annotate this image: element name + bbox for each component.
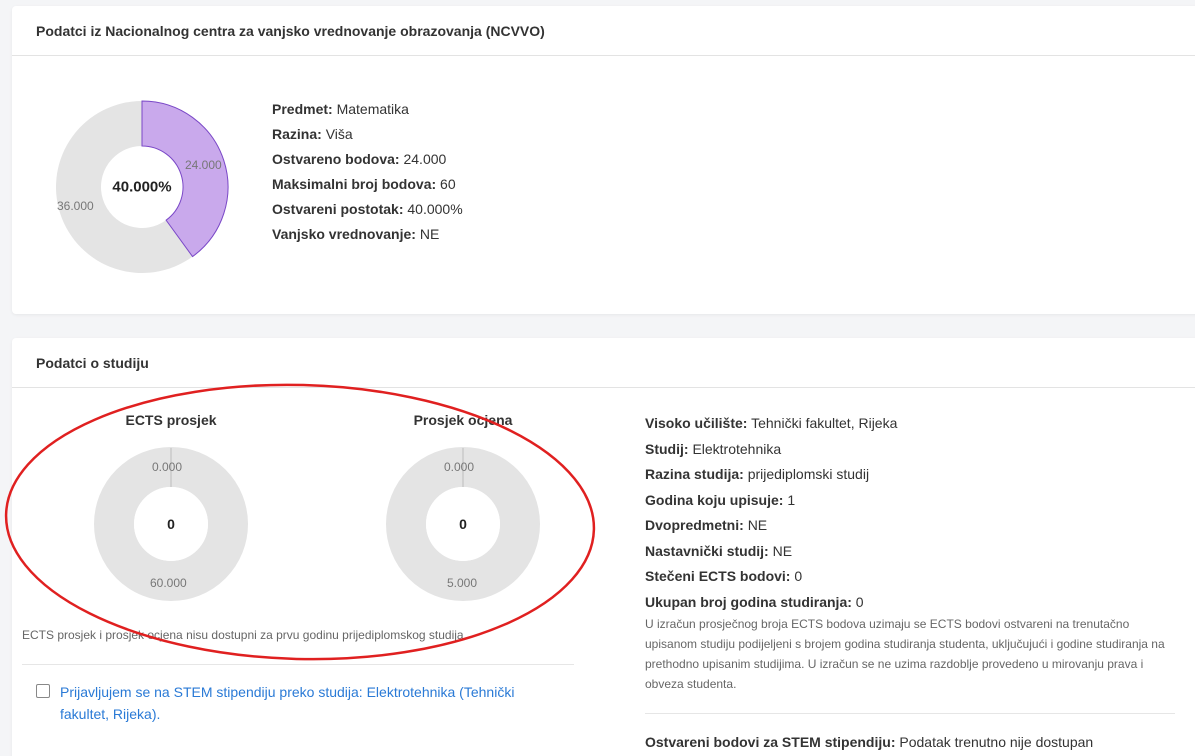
ncvvo-donut-chart: 40.000% 24.000 36.000	[55, 100, 229, 274]
grade-donut-center-value: 0	[459, 516, 467, 532]
ncvvo-remaining-label: 36.000	[57, 199, 94, 213]
ncvvo-info-row: Maksimalni broj bodova: 60	[272, 176, 456, 192]
grade-donut-chart: 0 0.000 5.000	[386, 447, 540, 601]
study-info-list: Visoko učilište: Tehnički fakultet, Rije…	[645, 411, 897, 615]
study-info-row: Nastavnički studij: NE	[645, 542, 793, 559]
left-divider	[22, 664, 574, 665]
ects-donut-center-value: 0	[167, 516, 175, 532]
ncvvo-info-row: Ostvareno bodova: 24.000	[272, 151, 447, 167]
study-info-row: Godina koju upisuje: 1	[645, 491, 796, 508]
right-divider	[645, 713, 1175, 714]
ects-average-title: ECTS prosjek	[125, 412, 217, 428]
stem-points-value: Podatak trenutno nije dostupan	[899, 734, 1094, 750]
stem-points-label: Ostvareni bodovi za STEM stipendiju:	[645, 734, 896, 750]
study-info-row: Dvopredmetni: NE	[645, 517, 768, 533]
study-info-row: Stečeni ECTS bodovi: 0	[645, 568, 803, 584]
ncvvo-donut-center-value: 40.000%	[112, 178, 172, 196]
stem-scholarship-checkbox[interactable]	[36, 684, 50, 698]
grade-average-title: Prosjek ocjena	[413, 412, 513, 428]
ects-donut-chart: 0 0.000 60.000	[94, 447, 248, 601]
study-info-row: Razina studija: prijediplomski studij	[645, 466, 870, 482]
study-card-title: Podatci o studiju	[12, 338, 1195, 388]
ncvvo-achieved-label: 24.000	[185, 158, 222, 172]
study-info-row: Ukupan broj godina studiranja: 0	[645, 593, 864, 610]
stem-scholarship-label[interactable]: Prijavljujem se na STEM stipendiju preko…	[60, 681, 540, 725]
ncvvo-card-title: Podatci iz Nacionalnog centra za vanjsko…	[12, 6, 1195, 56]
grade-top-label: 0.000	[444, 460, 475, 474]
ects-bottom-label: 60.000	[150, 576, 187, 590]
ncvvo-info-row: Ostvareni postotak: 40.000%	[272, 201, 463, 217]
ncvvo-info-row: Predmet: Matematika	[272, 101, 409, 117]
ncvvo-info-row: Razina: Viša	[272, 126, 353, 142]
ects-calculation-note: U izračun prosječnog broja ECTS bodova u…	[645, 617, 1165, 691]
ncvvo-info-row: Vanjsko vrednovanje: NE	[272, 226, 440, 242]
averages-unavailable-note: ECTS prosjek i prosjek ocjena nisu dostu…	[22, 628, 467, 642]
grade-bottom-label: 5.000	[447, 576, 478, 590]
ects-top-label: 0.000	[152, 460, 183, 474]
study-info-row: Studij: Elektrotehnika	[645, 440, 782, 457]
ncvvo-info-list: Predmet: Matematika Razina: Viša Ostvare…	[272, 97, 463, 247]
study-info-row: Visoko učilište: Tehnički fakultet, Rije…	[645, 415, 898, 431]
stem-points-row: Ostvareni bodovi za STEM stipendiju: Pod…	[645, 734, 1093, 750]
